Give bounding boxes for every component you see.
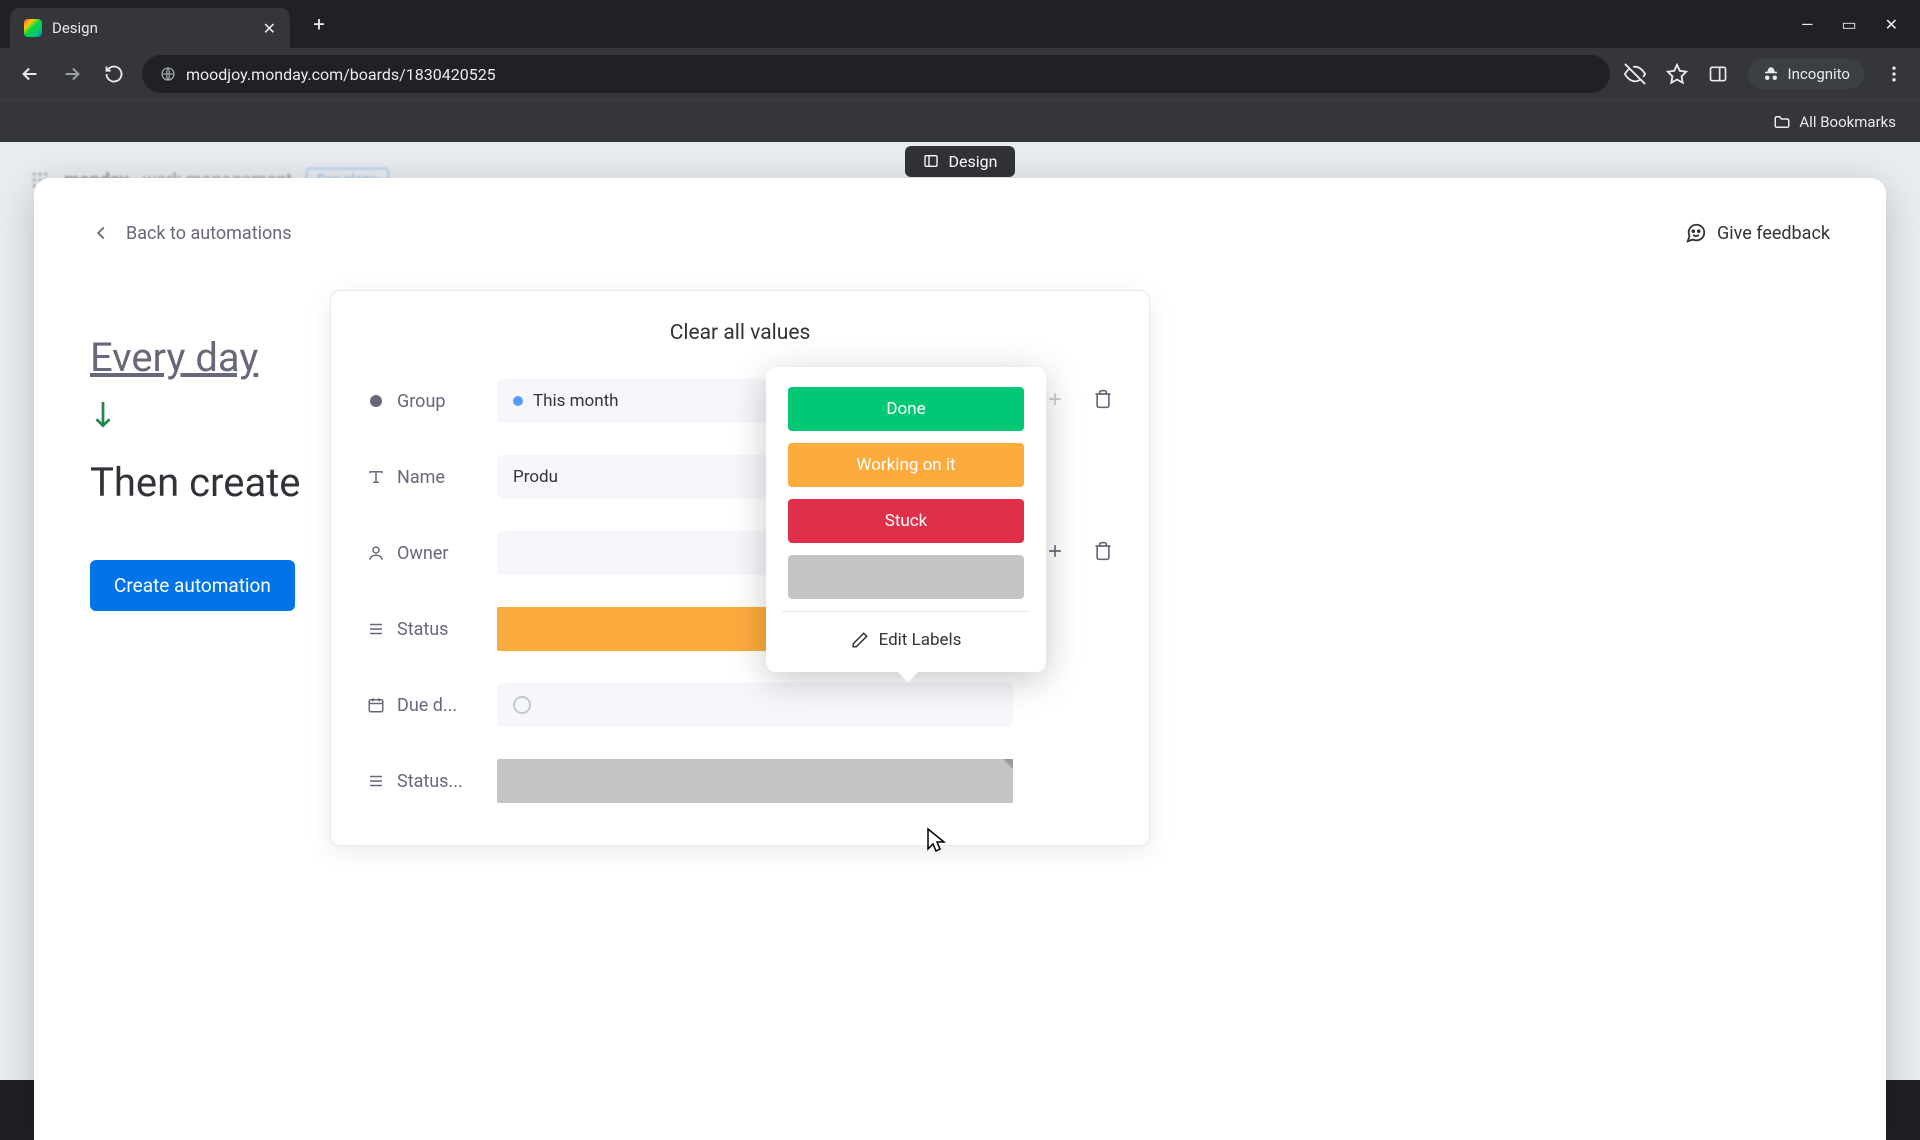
reload-icon[interactable] xyxy=(100,60,128,88)
bookmark-star-icon[interactable] xyxy=(1666,63,1688,85)
row-status-2: Status... xyxy=(367,759,1113,803)
browser-tab-strip: Design ✕ + — ▭ ✕ xyxy=(0,0,1920,48)
group-color-dot xyxy=(513,396,523,406)
then-create-text: Then create xyxy=(90,459,370,506)
favicon xyxy=(24,19,42,37)
status-option-stuck[interactable]: Stuck xyxy=(788,499,1024,543)
url-text: moodjoy.monday.com/boards/1830420525 xyxy=(186,65,496,84)
edit-labels[interactable]: Edit Labels xyxy=(788,624,1024,656)
add-icon[interactable] xyxy=(1045,389,1065,413)
create-automation-button[interactable]: Create automation xyxy=(90,560,295,611)
empty-circle-icon xyxy=(513,696,531,714)
new-tab-button[interactable]: + xyxy=(304,9,334,39)
window-controls: — ▭ ✕ xyxy=(1801,15,1910,34)
arrow-down-icon xyxy=(90,399,370,437)
status-option-done[interactable]: Done xyxy=(788,387,1024,431)
delete-icon[interactable] xyxy=(1093,389,1113,413)
add-icon[interactable] xyxy=(1045,541,1065,565)
automation-modal: Back to automations Give feedback Every … xyxy=(34,178,1886,1140)
give-feedback[interactable]: Give feedback xyxy=(1685,222,1830,244)
bookmarks-bar: All Bookmarks xyxy=(0,100,1920,142)
values-panel: Clear all values Group This month xyxy=(330,290,1150,846)
back-icon[interactable] xyxy=(16,60,44,88)
due-date-input[interactable] xyxy=(497,683,1013,727)
status-dropdown: Done Working on it Stuck Edit Labels xyxy=(766,367,1046,672)
close-window-icon[interactable]: ✕ xyxy=(1885,15,1898,34)
menu-icon[interactable] xyxy=(1884,64,1904,84)
status-option-working[interactable]: Working on it xyxy=(788,443,1024,487)
close-tab-icon[interactable]: ✕ xyxy=(263,19,276,38)
status2-input[interactable] xyxy=(497,759,1013,803)
clear-all-values[interactable]: Clear all values xyxy=(367,321,1113,345)
back-to-automations[interactable]: Back to automations xyxy=(90,222,292,244)
status-value-empty xyxy=(497,759,1013,803)
forward-icon[interactable] xyxy=(58,60,86,88)
address-bar: moodjoy.monday.com/boards/1830420525 Inc… xyxy=(0,48,1920,100)
tab-title: Design xyxy=(52,19,253,37)
all-bookmarks[interactable]: All Bookmarks xyxy=(1799,113,1896,131)
eye-off-icon[interactable] xyxy=(1624,63,1646,85)
delete-icon[interactable] xyxy=(1093,541,1113,565)
trigger-every-day[interactable]: Every day xyxy=(90,334,370,381)
page-content: monday work management See plans Design … xyxy=(0,142,1920,1080)
row-due-date: Due d... xyxy=(367,683,1113,727)
browser-tab[interactable]: Design ✕ xyxy=(10,8,290,48)
url-input[interactable]: moodjoy.monday.com/boards/1830420525 xyxy=(142,55,1610,93)
status-option-blank[interactable] xyxy=(788,555,1024,599)
incognito-label: Incognito xyxy=(1788,65,1850,83)
minimize-icon[interactable]: — xyxy=(1801,15,1814,34)
incognito-badge[interactable]: Incognito xyxy=(1748,59,1864,89)
side-panel-icon[interactable] xyxy=(1708,64,1728,84)
maximize-icon[interactable]: ▭ xyxy=(1841,15,1856,34)
